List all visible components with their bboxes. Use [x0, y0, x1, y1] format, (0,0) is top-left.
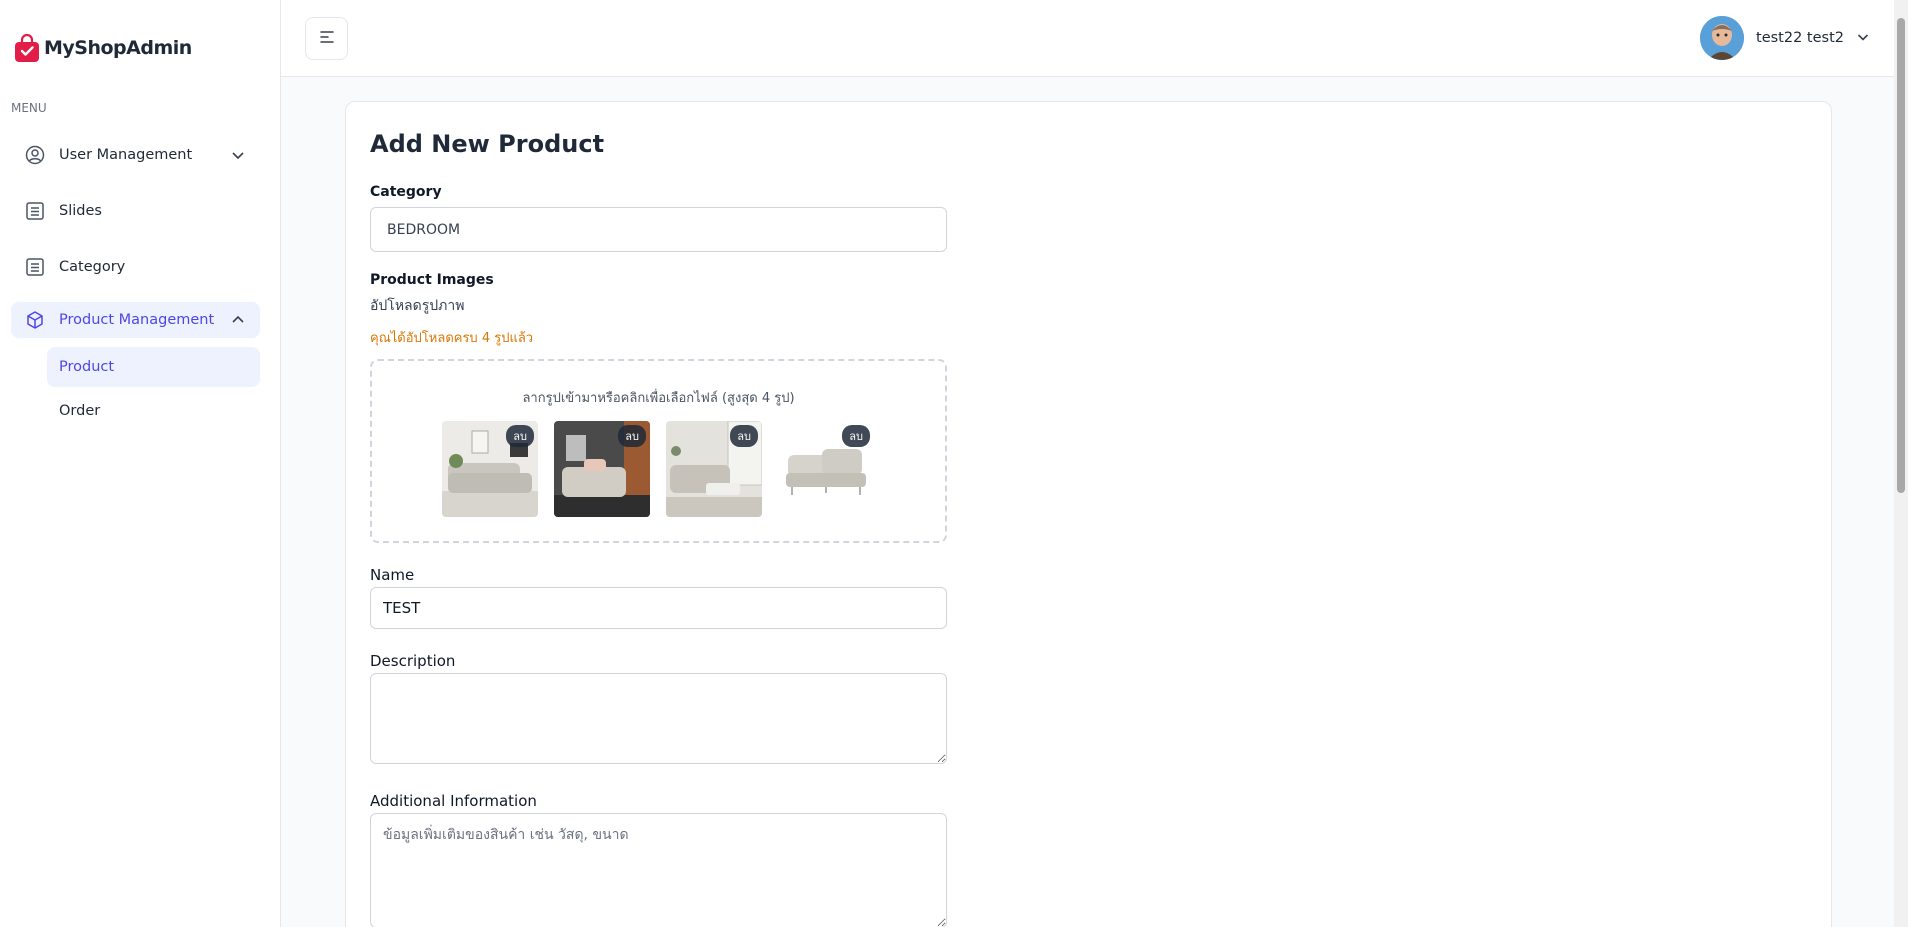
sidebar: MyShopAdmin MENU User Management Slides …: [0, 0, 281, 927]
scrollbar-thumb[interactable]: [1897, 18, 1905, 493]
product-image-thumbnail: ลบ: [666, 421, 762, 517]
chevron-down-icon: [230, 147, 246, 167]
add-product-card: Add New Product Category BEDROOM Product…: [345, 101, 1832, 927]
user-name: test22 test2: [1756, 30, 1844, 46]
category-selected-value: BEDROOM: [387, 221, 461, 238]
app-name: MyShopAdmin: [44, 37, 192, 59]
dropzone-hint: ลากรูปเข้ามาหรือคลิกเพื่อเลือกไฟล์ (สูงส…: [522, 391, 795, 406]
delete-image-button[interactable]: ลบ: [730, 425, 758, 447]
name-input[interactable]: [370, 587, 947, 629]
sidebar-item-category[interactable]: Category: [11, 248, 260, 286]
image-thumbnails: ลบ ลบ ลบ ลบ: [442, 421, 874, 517]
avatar: [1700, 16, 1745, 60]
image-dropzone[interactable]: ลากรูปเข้ามาหรือคลิกเพื่อเลือกไฟล์ (สูงส…: [370, 359, 947, 543]
sidebar-item-product-management[interactable]: Product Management: [11, 302, 260, 338]
user-menu[interactable]: test22 test2: [1700, 16, 1870, 60]
additional-info-label: Additional Information: [370, 792, 537, 810]
category-label: Category: [370, 184, 442, 200]
sidebar-item-label: Product Management: [59, 312, 215, 328]
menu-label: MENU: [11, 101, 47, 115]
page-scrollbar[interactable]: [1894, 0, 1908, 927]
sidebar-item-label: User Management: [59, 147, 193, 163]
upload-limit-warning: คุณได้อัปโหลดครบ 4 รูปแล้ว: [370, 331, 534, 346]
sidebar-subitem-label: Order: [59, 403, 101, 419]
name-label: Name: [370, 566, 415, 584]
page-title: Add New Product: [370, 130, 605, 158]
product-image-thumbnail: ลบ: [778, 421, 874, 517]
description-textarea[interactable]: [370, 673, 947, 764]
additional-info-textarea[interactable]: [370, 813, 947, 927]
menu-icon: [319, 29, 335, 48]
sidebar-item-user-management[interactable]: User Management: [11, 136, 260, 174]
sidebar-item-label: Slides: [59, 203, 102, 219]
chevron-up-icon: [230, 312, 246, 332]
category-select[interactable]: BEDROOM: [370, 207, 947, 252]
delete-image-button[interactable]: ลบ: [618, 425, 646, 447]
upload-images-label: อัปโหลดรูปภาพ: [370, 298, 465, 314]
chevron-down-icon: [1856, 29, 1870, 48]
top-header: test22 test2: [281, 0, 1908, 77]
sidebar-subitem-product[interactable]: Product: [47, 347, 260, 387]
app-logo[interactable]: MyShopAdmin: [14, 33, 192, 63]
sidebar-item-slides[interactable]: Slides: [11, 192, 260, 230]
sidebar-subitem-label: Product: [59, 359, 115, 375]
sidebar-item-label: Category: [59, 259, 126, 275]
shopping-bag-icon: [14, 33, 40, 63]
description-label: Description: [370, 652, 456, 670]
product-image-thumbnail: ลบ: [554, 421, 650, 517]
user-circle-icon: [25, 145, 45, 165]
product-image-thumbnail: ลบ: [442, 421, 538, 517]
cube-icon: [25, 310, 45, 330]
sidebar-subitem-order[interactable]: Order: [47, 391, 260, 431]
list-icon: [25, 201, 45, 221]
delete-image-button[interactable]: ลบ: [506, 425, 534, 447]
product-images-label: Product Images: [370, 272, 494, 288]
delete-image-button[interactable]: ลบ: [842, 425, 870, 447]
list-icon: [25, 257, 45, 277]
sidebar-toggle-button[interactable]: [305, 17, 348, 60]
